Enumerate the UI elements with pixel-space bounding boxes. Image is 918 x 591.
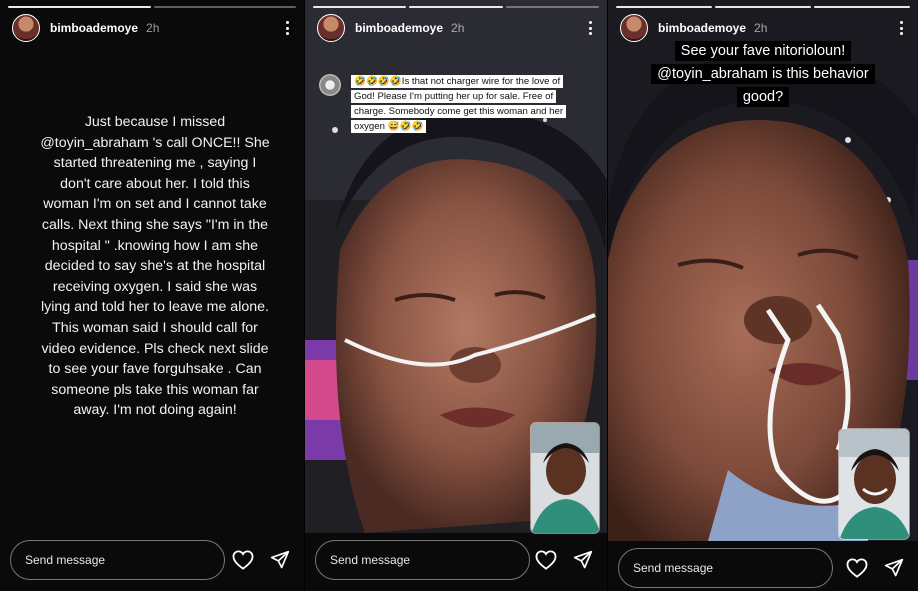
avatar[interactable]	[620, 14, 648, 42]
video-call-pip	[530, 422, 600, 534]
paper-plane-icon[interactable]	[884, 558, 904, 578]
story-caption: 🤣🤣🤣🤣Is that not charger wire for the lov…	[351, 74, 577, 134]
story-progress-bar	[8, 6, 296, 8]
story-panel-2[interactable]: bimboademoye 2h 🤣🤣🤣🤣Is that not charger …	[305, 0, 607, 591]
post-time: 2h	[146, 21, 160, 35]
avatar[interactable]	[12, 14, 40, 42]
heart-icon[interactable]	[535, 550, 557, 570]
story-progress-bar	[313, 6, 599, 8]
reply-bar: Send message	[315, 540, 597, 580]
story-progress-bar	[616, 6, 910, 8]
send-message-input[interactable]: Send message	[10, 540, 225, 580]
paper-plane-icon[interactable]	[270, 550, 290, 570]
story-panel-3[interactable]: bimboademoye 2h See your fave nitoriolou…	[608, 0, 918, 591]
username[interactable]: bimboademoye	[50, 21, 138, 35]
paper-plane-icon[interactable]	[573, 550, 593, 570]
send-message-input[interactable]: Send message	[618, 548, 833, 588]
story-caption: See your fave nitorioloun! @toyin_abraha…	[648, 40, 878, 109]
send-message-input[interactable]: Send message	[315, 540, 530, 580]
caller-avatar	[319, 74, 341, 96]
reply-bar: Send message	[618, 548, 908, 588]
avatar[interactable]	[317, 14, 345, 42]
more-vertical-icon[interactable]	[894, 19, 908, 37]
post-time: 2h	[754, 21, 768, 35]
story-panel-1[interactable]: bimboademoye 2h Just because I missed @t…	[0, 0, 304, 591]
story-header: bimboademoye 2h	[620, 13, 908, 43]
username[interactable]: bimboademoye	[355, 21, 443, 35]
story-header: bimboademoye 2h	[12, 13, 294, 43]
post-time: 2h	[451, 21, 465, 35]
reply-bar: Send message	[10, 540, 294, 580]
story-header: bimboademoye 2h	[317, 13, 597, 43]
heart-icon[interactable]	[846, 558, 868, 578]
more-vertical-icon[interactable]	[280, 19, 294, 37]
video-call-pip	[838, 428, 910, 540]
heart-icon[interactable]	[232, 550, 254, 570]
story-text: Just because I missed @toyin_abraham 's …	[40, 114, 270, 419]
more-vertical-icon[interactable]	[583, 19, 597, 37]
username[interactable]: bimboademoye	[658, 21, 746, 35]
